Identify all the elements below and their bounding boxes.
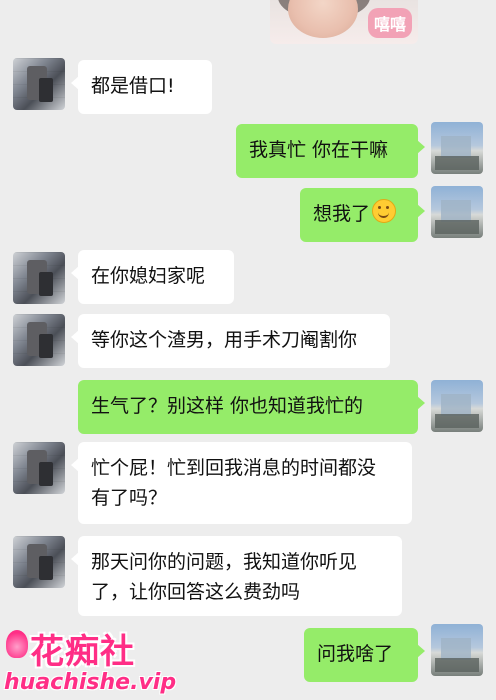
message-text-line: 忙个屁！忙到回我消息的时间都没 — [91, 457, 377, 479]
contact-avatar[interactable] — [13, 314, 65, 366]
message-bubble-outgoing[interactable]: 生气了？别这样 你也知道我忙的 — [78, 380, 425, 434]
message-text: 生气了？别这样 你也知道我忙的 — [91, 395, 364, 417]
message-text: 在你媳妇家呢 — [91, 265, 206, 287]
watermark-url: huachishe.vip — [4, 670, 177, 695]
message-text-line: 有了吗？ — [91, 487, 168, 509]
sticker-face — [288, 0, 358, 38]
message-bubble-incoming[interactable]: 在你媳妇家呢 — [71, 250, 234, 304]
site-watermark: 花痴社 huachishe.vip — [0, 620, 176, 700]
smiling-face-icon — [372, 199, 397, 223]
my-avatar[interactable] — [431, 186, 483, 238]
message-text: 我真忙 你在干嘛 — [249, 139, 389, 161]
watermark-title: 花痴社 — [30, 632, 135, 672]
sticker-image[interactable]: 嘻嘻 — [270, 0, 418, 44]
contact-avatar[interactable] — [13, 536, 65, 588]
message-bubble-incoming[interactable]: 那天问你的问题，我知道你听见 了，让你回答这么费劲吗 — [71, 536, 402, 616]
my-avatar[interactable] — [431, 380, 483, 432]
message-bubble-incoming[interactable]: 忙个屁！忙到回我消息的时间都没 有了吗？ — [71, 442, 412, 524]
message-bubble-outgoing[interactable]: 想我了 — [300, 188, 425, 242]
message-bubble-incoming[interactable]: 等你这个渣男，用手术刀阉割你 — [71, 314, 390, 368]
sticker-caption: 嘻嘻 — [368, 8, 412, 38]
message-text: 想我了 — [313, 203, 371, 225]
message-bubble-outgoing[interactable]: 我真忙 你在干嘛 — [236, 124, 425, 178]
my-avatar[interactable] — [431, 624, 483, 676]
contact-avatar[interactable] — [13, 442, 65, 494]
message-text-line: 那天问你的问题，我知道你听见 — [91, 551, 358, 573]
message-text: 问我啥了 — [317, 643, 394, 665]
message-text: 都是借口! — [91, 75, 175, 97]
my-avatar[interactable] — [431, 122, 483, 174]
contact-avatar[interactable] — [13, 58, 65, 110]
message-text: 等你这个渣男，用手术刀阉割你 — [91, 329, 358, 351]
message-text-line: 了，让你回答这么费劲吗 — [91, 581, 301, 603]
message-bubble-outgoing[interactable]: 问我啥了 — [304, 628, 425, 682]
contact-avatar[interactable] — [13, 252, 65, 304]
message-bubble-incoming[interactable]: 都是借口! — [71, 60, 212, 114]
flower-icon — [6, 630, 28, 658]
